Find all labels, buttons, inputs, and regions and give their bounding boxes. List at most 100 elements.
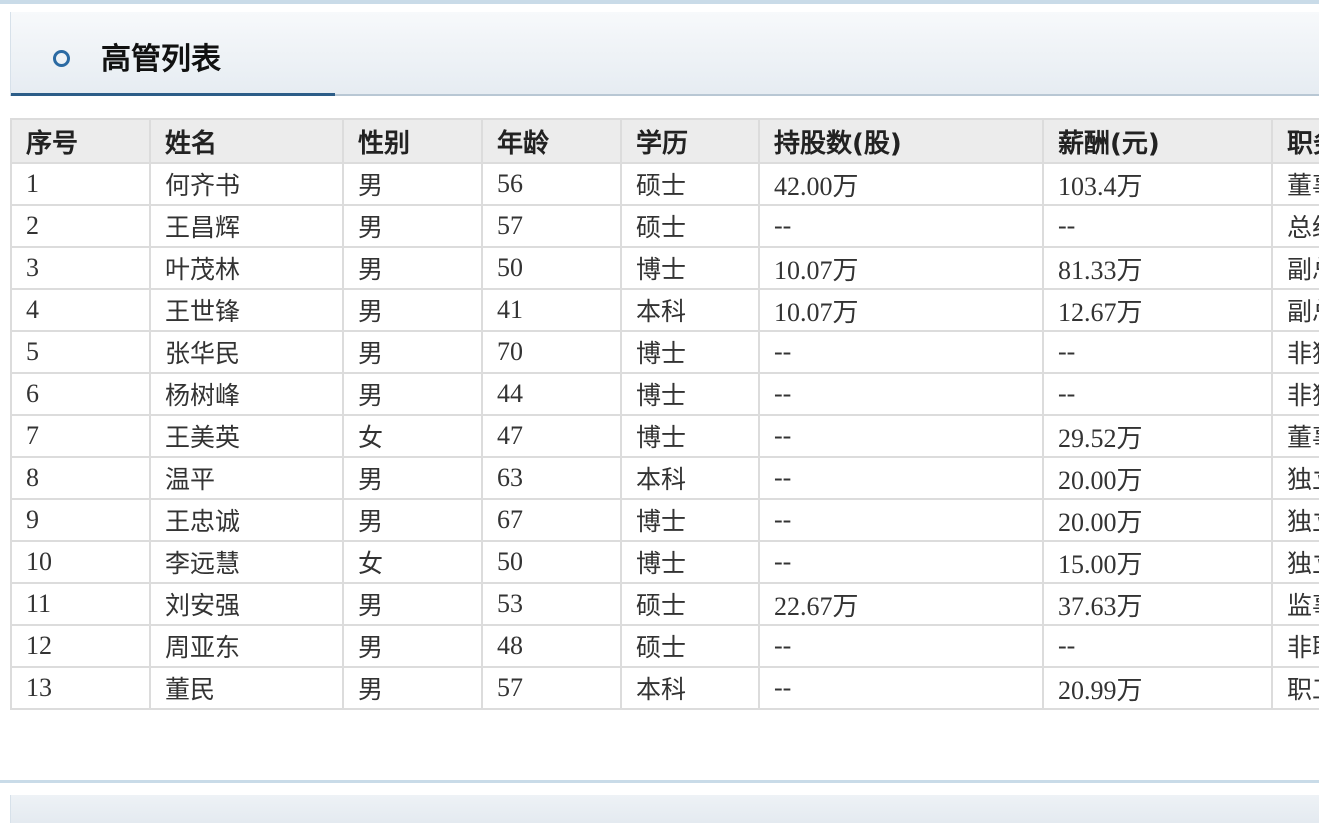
column-header-age: 年龄 <box>481 118 622 164</box>
cell-education: 博士 <box>620 540 760 584</box>
header-accent-underline <box>11 93 335 96</box>
table-row: 2王昌辉男57硕士----总经理 <box>10 204 1319 248</box>
cell-salary: 29.52万 <box>1042 414 1273 458</box>
cell-salary: 12.67万 <box>1042 288 1273 332</box>
cell-position: 非独 <box>1271 330 1319 374</box>
top-divider <box>0 0 1319 4</box>
cell-shares: -- <box>758 456 1044 500</box>
cell-position: 总经理 <box>1271 204 1319 248</box>
cell-age: 48 <box>481 624 622 668</box>
cell-name: 王世锋 <box>149 288 344 332</box>
cell-name: 张华民 <box>149 330 344 374</box>
cell-education: 硕士 <box>620 204 760 248</box>
cell-salary: -- <box>1042 330 1273 374</box>
cell-gender: 男 <box>342 330 483 374</box>
table-row: 13董民男57本科--20.99万职工 <box>10 666 1319 710</box>
cell-gender: 男 <box>342 372 483 416</box>
cell-age: 70 <box>481 330 622 374</box>
table-row: 10李远慧女50博士--15.00万独立 <box>10 540 1319 584</box>
cell-name: 杨树峰 <box>149 372 344 416</box>
cell-name: 何齐书 <box>149 162 344 206</box>
cell-shares: 10.07万 <box>758 288 1044 332</box>
cell-gender: 男 <box>342 204 483 248</box>
cell-education: 本科 <box>620 666 760 710</box>
cell-gender: 男 <box>342 162 483 206</box>
cell-salary: -- <box>1042 204 1273 248</box>
cell-shares: -- <box>758 372 1044 416</box>
cell-education: 博士 <box>620 330 760 374</box>
cell-age: 53 <box>481 582 622 626</box>
cell-shares: -- <box>758 414 1044 458</box>
panel-title: 高管列表 <box>101 42 221 77</box>
cell-name: 周亚东 <box>149 624 344 668</box>
table-header-row: 序号姓名性别年龄学历持股数(股)薪酬(元)职务 <box>10 118 1319 164</box>
cell-salary: 81.33万 <box>1042 246 1273 290</box>
cell-index: 4 <box>10 288 151 332</box>
table-row: 6杨树峰男44博士----非独 <box>10 372 1319 416</box>
cell-name: 王忠诚 <box>149 498 344 542</box>
cell-position: 非职 <box>1271 624 1319 668</box>
cell-education: 硕士 <box>620 624 760 668</box>
cell-gender: 男 <box>342 456 483 500</box>
cell-position: 副总 <box>1271 288 1319 332</box>
table-row: 12周亚东男48硕士----非职 <box>10 624 1319 668</box>
cell-name: 刘安强 <box>149 582 344 626</box>
column-header-gender: 性别 <box>342 118 483 164</box>
cell-position: 董事 <box>1271 162 1319 206</box>
cell-index: 2 <box>10 204 151 248</box>
cell-name: 温平 <box>149 456 344 500</box>
cell-education: 博士 <box>620 246 760 290</box>
cell-position: 副总 <box>1271 246 1319 290</box>
cell-index: 3 <box>10 246 151 290</box>
cell-shares: -- <box>758 666 1044 710</box>
cell-salary: 37.63万 <box>1042 582 1273 626</box>
cell-name: 叶茂林 <box>149 246 344 290</box>
column-header-index: 序号 <box>10 118 151 164</box>
cell-shares: -- <box>758 540 1044 584</box>
cell-position: 职工 <box>1271 666 1319 710</box>
cell-age: 44 <box>481 372 622 416</box>
column-header-position: 职务 <box>1271 118 1319 164</box>
cell-index: 11 <box>10 582 151 626</box>
cell-education: 博士 <box>620 498 760 542</box>
table-row: 5张华民男70博士----非独 <box>10 330 1319 374</box>
table-row: 3叶茂林男50博士10.07万81.33万副总 <box>10 246 1319 290</box>
cell-gender: 男 <box>342 288 483 332</box>
executives-table-container[interactable]: 序号姓名性别年龄学历持股数(股)薪酬(元)职务 1何齐书男56硕士42.00万1… <box>10 118 1319 710</box>
cell-name: 董民 <box>149 666 344 710</box>
cell-name: 李远慧 <box>149 540 344 584</box>
cell-index: 10 <box>10 540 151 584</box>
cell-salary: -- <box>1042 372 1273 416</box>
cell-name: 王美英 <box>149 414 344 458</box>
cell-education: 硕士 <box>620 162 760 206</box>
cell-age: 67 <box>481 498 622 542</box>
cell-gender: 男 <box>342 666 483 710</box>
table-row: 11刘安强男53硕士22.67万37.63万监事 <box>10 582 1319 626</box>
column-header-salary: 薪酬(元) <box>1042 118 1273 164</box>
cell-position: 非独 <box>1271 372 1319 416</box>
cell-index: 8 <box>10 456 151 500</box>
cell-gender: 女 <box>342 414 483 458</box>
cell-salary: 20.00万 <box>1042 456 1273 500</box>
cell-shares: 10.07万 <box>758 246 1044 290</box>
cell-salary: 20.00万 <box>1042 498 1273 542</box>
cell-index: 12 <box>10 624 151 668</box>
cell-index: 1 <box>10 162 151 206</box>
cell-index: 9 <box>10 498 151 542</box>
next-panel-header <box>10 795 1319 823</box>
cell-index: 13 <box>10 666 151 710</box>
cell-shares: 22.67万 <box>758 582 1044 626</box>
cell-position: 监事 <box>1271 582 1319 626</box>
column-header-education: 学历 <box>620 118 760 164</box>
cell-shares: -- <box>758 330 1044 374</box>
cell-education: 本科 <box>620 456 760 500</box>
cell-position: 独立 <box>1271 498 1319 542</box>
table-row: 1何齐书男56硕士42.00万103.4万董事 <box>10 162 1319 206</box>
cell-gender: 女 <box>342 540 483 584</box>
cell-age: 47 <box>481 414 622 458</box>
table-row: 7王美英女47博士--29.52万董事 <box>10 414 1319 458</box>
cell-index: 7 <box>10 414 151 458</box>
cell-age: 57 <box>481 204 622 248</box>
cell-shares: -- <box>758 204 1044 248</box>
cell-age: 50 <box>481 540 622 584</box>
